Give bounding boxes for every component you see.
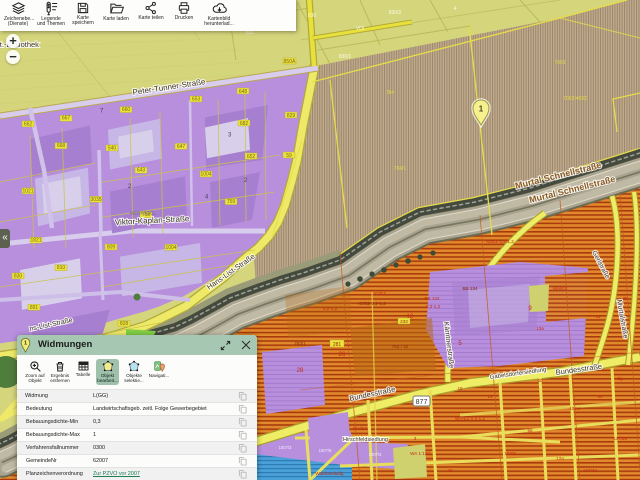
svg-text:13a: 13a	[536, 326, 544, 331]
svg-text:1: 1	[479, 105, 484, 114]
svg-text:830: 830	[308, 13, 317, 19]
svg-text:647: 647	[177, 144, 186, 150]
svg-text:1007/4: 1007/4	[369, 452, 382, 457]
svg-text:4: 4	[454, 6, 457, 12]
svg-text:829: 829	[287, 113, 296, 119]
svg-text:103/8: 103/8	[504, 451, 516, 456]
svg-text:59: 59	[286, 153, 292, 159]
svg-text:7002/4032: 7002/4032	[563, 96, 587, 102]
svg-text:137/35: 137/35	[613, 436, 627, 441]
svg-text:WA 1:132: WA 1:132	[410, 451, 430, 456]
svg-text:233: 233	[400, 319, 408, 324]
svg-text:809: 809	[107, 245, 116, 251]
svg-text:540: 540	[108, 145, 117, 151]
svg-text:830: 830	[14, 273, 23, 279]
svg-text:137/34: 137/34	[583, 468, 597, 473]
svg-text:11: 11	[596, 314, 601, 319]
svg-text:18: 18	[457, 386, 463, 391]
svg-text:12a: 12a	[556, 456, 564, 461]
svg-text:763 / 32: 763 / 32	[392, 344, 409, 349]
svg-text:877: 877	[416, 399, 428, 406]
svg-text:830/2: 830/2	[389, 10, 402, 16]
svg-text:IG/EZ: IG/EZ	[374, 291, 386, 296]
svg-text:VOI: VOI	[356, 26, 365, 32]
svg-text:3035: 3035	[90, 197, 101, 203]
svg-text:784/1: 784/1	[394, 166, 407, 172]
svg-text:42: 42	[447, 468, 453, 473]
svg-text:652: 652	[247, 154, 256, 160]
svg-text:Hirschfeldsiedlung: Hirschfeldsiedlung	[343, 437, 388, 443]
svg-text:759: 759	[227, 199, 236, 205]
svg-text:784: 784	[386, 90, 395, 96]
svg-text:667: 667	[62, 116, 71, 122]
svg-text:668: 668	[57, 143, 66, 149]
svg-text:1007/8: 1007/8	[319, 448, 332, 453]
svg-text:810: 810	[57, 265, 66, 271]
svg-text:1004: 1004	[200, 171, 211, 177]
svg-text:56: 56	[527, 428, 533, 433]
svg-text:281: 281	[333, 342, 342, 348]
svg-text:653: 653	[192, 96, 201, 102]
svg-text:662: 662	[24, 121, 33, 127]
svg-text:40: 40	[597, 394, 603, 399]
svg-text:26: 26	[339, 352, 346, 358]
svg-text:7001: 7001	[554, 60, 565, 66]
svg-text:682: 682	[240, 121, 249, 127]
svg-text:60: 60	[537, 378, 543, 383]
svg-text:19: 19	[487, 394, 493, 399]
svg-text:28: 28	[297, 368, 304, 374]
svg-text:102/2: 102/2	[569, 406, 581, 411]
svg-text:0,2-1,2: 0,2-1,2	[323, 306, 338, 311]
svg-text:0,3-1,2: 0,3-1,2	[426, 304, 441, 309]
svg-text:830/1: 830/1	[339, 54, 352, 60]
svg-text:Waldrandsdlg.: Waldrandsdlg.	[315, 471, 344, 476]
svg-text:WA/EZ: WA/EZ	[553, 286, 568, 291]
svg-text:IG/EZ 0,2-1,2: IG/EZ 0,2-1,2	[486, 239, 514, 244]
svg-text:1021: 1021	[22, 188, 33, 194]
svg-text:763/1: 763/1	[294, 341, 306, 346]
svg-text:9g: 9g	[617, 376, 623, 381]
svg-text:660: 660	[122, 107, 131, 113]
svg-text:WERKSGEL.: WERKSGEL.	[130, 211, 157, 216]
svg-text:648: 648	[239, 89, 248, 95]
svg-text:828: 828	[120, 321, 129, 327]
svg-text:643: 643	[137, 168, 146, 174]
svg-text:3: 3	[414, 436, 417, 441]
svg-text:1821: 1821	[30, 238, 41, 244]
svg-text:WA/EZ: WA/EZ	[353, 426, 368, 431]
svg-text:1: 1	[24, 341, 27, 347]
svg-text:850A: 850A	[284, 59, 296, 65]
svg-text:BB 134: BB 134	[424, 296, 440, 301]
svg-text:1007/2: 1007/2	[279, 445, 292, 450]
svg-text:IG/EZ 0,2-1,2: IG/EZ 0,2-1,2	[358, 301, 386, 306]
svg-text:WA/EZ 0,2-1,2: WA/EZ 0,2-1,2	[455, 416, 485, 421]
svg-text:3b: 3b	[622, 296, 628, 301]
svg-text:1004: 1004	[165, 245, 176, 251]
svg-text:891: 891	[30, 305, 39, 311]
svg-text:BB 134: BB 134	[462, 286, 478, 291]
